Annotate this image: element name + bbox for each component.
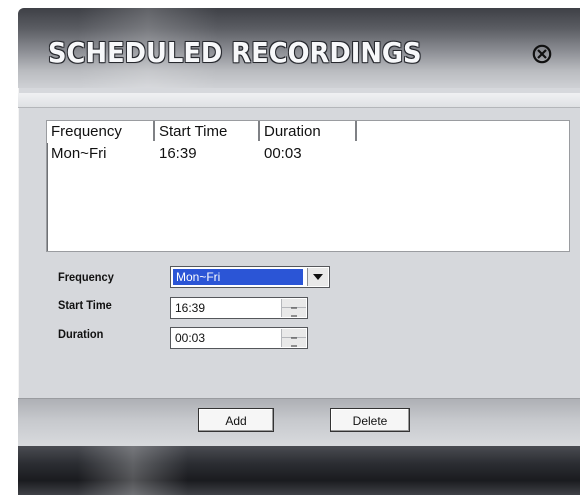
start-time-spinner[interactable] <box>281 299 306 317</box>
duration-spinner[interactable] <box>281 329 306 347</box>
circle-x-icon <box>532 44 552 64</box>
dropdown-button[interactable] <box>307 268 328 286</box>
recordings-list[interactable]: Frequency Start Time Duration Mon~Fri 16… <box>46 120 570 252</box>
spin-down-icon <box>291 345 297 347</box>
frequency-selected-value: Mon~Fri <box>173 269 303 285</box>
column-header-start-time[interactable]: Start Time <box>155 121 260 141</box>
cell-start-time: 16:39 <box>159 145 197 162</box>
cell-frequency: Mon~Fri <box>51 145 107 162</box>
spin-up-button[interactable] <box>282 299 306 309</box>
spin-down-button[interactable] <box>282 338 306 347</box>
start-time-field[interactable]: 16:39 <box>170 297 308 319</box>
button-panel <box>18 398 580 447</box>
frequency-select[interactable]: Mon~Fri <box>170 266 330 288</box>
start-time-label: Start Time <box>58 298 112 312</box>
duration-field[interactable]: 00:03 <box>170 327 308 349</box>
delete-button[interactable]: Delete <box>330 408 410 432</box>
column-header-duration[interactable]: Duration <box>260 121 357 141</box>
add-button[interactable]: Add <box>198 408 274 432</box>
close-button[interactable] <box>532 44 552 64</box>
title-bar: SCHEDULED RECORDINGS <box>18 8 580 88</box>
start-time-value: 16:39 <box>175 301 206 315</box>
frequency-label: Frequency <box>58 270 114 284</box>
duration-value: 00:03 <box>175 331 206 345</box>
cell-duration: 00:03 <box>264 145 302 162</box>
spin-down-button[interactable] <box>282 308 306 317</box>
spin-up-button[interactable] <box>282 329 306 339</box>
column-header-frequency[interactable]: Frequency <box>47 121 155 141</box>
header-divider <box>18 93 580 108</box>
chevron-down-icon <box>313 274 323 280</box>
scheduled-recordings-window: SCHEDULED RECORDINGS Frequency Start Tim… <box>18 8 580 495</box>
list-header: Frequency Start Time Duration <box>47 121 569 143</box>
duration-label: Duration <box>58 327 104 341</box>
footer-sheen <box>78 446 188 495</box>
footer-bar <box>18 446 580 495</box>
window-title: SCHEDULED RECORDINGS <box>48 36 422 69</box>
spin-down-icon <box>291 315 297 317</box>
